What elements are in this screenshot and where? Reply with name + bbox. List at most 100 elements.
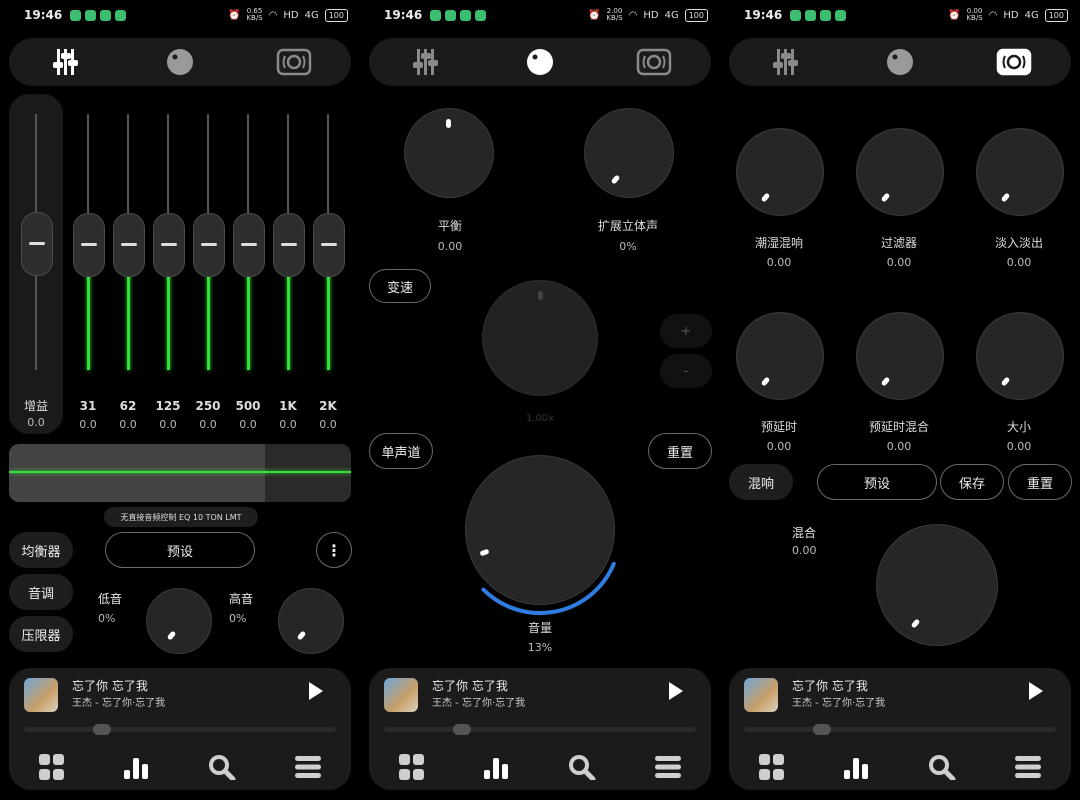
knob-icon [167, 49, 193, 75]
tempo-button[interactable]: 变速 [369, 269, 431, 303]
status-bar: 19:46 ⏰ 0.00 KB/S ◠ HD 4G 100 [720, 6, 1080, 26]
gain-slider-thumb[interactable] [21, 212, 53, 276]
tab-effects[interactable] [515, 44, 565, 80]
progress-thumb[interactable] [453, 724, 471, 735]
reverb-button[interactable]: 混响 [729, 464, 793, 500]
play-icon[interactable] [1029, 682, 1043, 700]
song-title: 忘了你 忘了我 [432, 679, 508, 693]
alarm-icon: ⏰ [587, 9, 601, 21]
eq-band-thumb[interactable] [273, 213, 305, 277]
knob-icon [887, 49, 913, 75]
bars-icon[interactable] [122, 754, 152, 780]
treble-label: 高音 [229, 592, 254, 606]
eq-band-thumb[interactable] [153, 213, 185, 277]
signal-label: 4G [1024, 9, 1039, 21]
size-knob[interactable] [976, 312, 1064, 400]
tempo-minus-button[interactable]: - [660, 354, 712, 388]
mono-button[interactable]: 单声道 [369, 433, 433, 469]
play-icon[interactable] [309, 682, 323, 700]
tab-reverb[interactable] [269, 44, 319, 80]
tab-reverb[interactable] [629, 44, 679, 80]
battery-icon: 100 [1044, 8, 1068, 22]
hd-badge: HD [643, 9, 659, 21]
wet-reverb-value: 0.00 [766, 256, 792, 269]
tone-button[interactable]: 音调 [9, 574, 73, 610]
reset-button[interactable]: 重置 [648, 433, 712, 469]
save-button[interactable]: 保存 [940, 464, 1004, 500]
tempo-knob[interactable] [482, 280, 598, 396]
eq-band-value: 0.0 [199, 418, 217, 431]
preset-button[interactable]: 预设 [105, 532, 255, 568]
tab-equalizer[interactable] [401, 44, 451, 80]
equalizer-panel: 19:46 ⏰ 0.65 KB/S ◠ HD 4G 100 增益 0.0 无直接… [0, 0, 360, 800]
pre-delay-label: 预延时 [760, 420, 797, 434]
eq-band-value: 0.0 [79, 418, 97, 431]
preset-button[interactable]: 预设 [817, 464, 937, 500]
tempo-plus-button[interactable]: + [660, 314, 712, 348]
tab-equalizer[interactable] [761, 44, 811, 80]
progress-thumb[interactable] [813, 724, 831, 735]
album-art[interactable] [744, 678, 778, 712]
album-art[interactable] [24, 678, 58, 712]
balance-label: 平衡 [437, 219, 462, 233]
battery-icon: 100 [684, 8, 708, 22]
menu-icon[interactable] [1013, 754, 1043, 780]
progress-bar[interactable] [24, 724, 336, 735]
tab-equalizer[interactable] [41, 44, 91, 80]
eq-band-thumb[interactable] [73, 213, 105, 277]
reset-button[interactable]: 重置 [1008, 464, 1072, 500]
equalizer-button[interactable]: 均衡器 [9, 532, 73, 568]
tab-effects[interactable] [875, 44, 925, 80]
eq-band-thumb[interactable] [313, 213, 345, 277]
hd-badge: HD [283, 9, 299, 21]
eq-band-thumb[interactable] [113, 213, 145, 277]
pre-delay-knob[interactable] [736, 312, 824, 400]
mini-player: 忘了你 忘了我 王杰 - 忘了你·忘了我 [369, 668, 711, 790]
notification-icons [790, 10, 846, 21]
song-title: 忘了你 忘了我 [792, 679, 868, 693]
wet-reverb-label: 潮湿混响 [754, 236, 803, 250]
filter-value: 0.00 [886, 256, 912, 269]
progress-thumb[interactable] [93, 724, 111, 735]
treble-value: 0% [229, 612, 247, 625]
pre-delay-value: 0.00 [766, 440, 792, 453]
album-art[interactable] [384, 678, 418, 712]
limiter-button[interactable]: 压限器 [9, 616, 73, 652]
grid-icon[interactable] [759, 754, 789, 780]
tab-reverb[interactable] [989, 44, 1039, 80]
progress-bar[interactable] [744, 724, 1056, 735]
tab-effects[interactable] [155, 44, 205, 80]
volume-knob[interactable] [465, 455, 615, 605]
search-icon[interactable] [207, 754, 237, 780]
status-time: 19:46 [24, 8, 63, 22]
top-tab-bar [729, 38, 1071, 86]
treble-knob[interactable] [278, 588, 344, 654]
progress-bar[interactable] [384, 724, 696, 735]
pre-delay-mix-knob[interactable] [856, 312, 944, 400]
eq-band-value: 0.0 [319, 418, 337, 431]
bars-icon[interactable] [842, 754, 872, 780]
grid-icon[interactable] [39, 754, 69, 780]
eq-band-value: 0.0 [279, 418, 297, 431]
eq-band-thumb[interactable] [193, 213, 225, 277]
menu-icon[interactable] [653, 754, 683, 780]
menu-icon[interactable] [293, 754, 323, 780]
fade-knob[interactable] [976, 128, 1064, 216]
eq-band-thumb[interactable] [233, 213, 265, 277]
gain-value: 0.0 [27, 416, 45, 429]
wet-reverb-knob[interactable] [736, 128, 824, 216]
more-options-button[interactable]: ⋮ [316, 532, 352, 568]
hd-badge: HD [1003, 9, 1019, 21]
bass-knob[interactable] [146, 588, 212, 654]
filter-knob[interactable] [856, 128, 944, 216]
stereo-knob[interactable] [584, 108, 674, 198]
mix-knob[interactable] [876, 524, 998, 646]
network-speed: 0.00 KB/S [966, 7, 983, 22]
play-icon[interactable] [669, 682, 683, 700]
bars-icon[interactable] [482, 754, 512, 780]
balance-knob[interactable] [404, 108, 494, 198]
fade-value: 0.00 [1006, 256, 1032, 269]
search-icon[interactable] [567, 754, 597, 780]
grid-icon[interactable] [399, 754, 429, 780]
search-icon[interactable] [927, 754, 957, 780]
